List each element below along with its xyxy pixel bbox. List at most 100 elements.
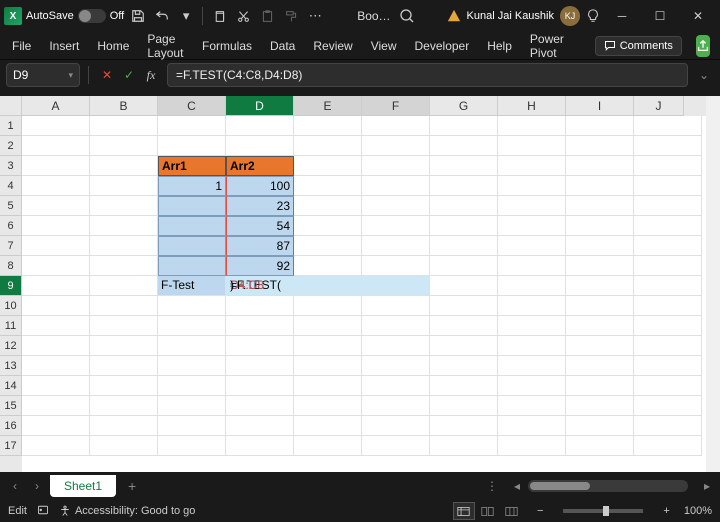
- undo-icon[interactable]: [152, 6, 172, 26]
- tab-view[interactable]: View: [369, 35, 399, 57]
- cut-icon[interactable]: [233, 6, 253, 26]
- cell[interactable]: Arr1: [158, 156, 226, 176]
- row-header[interactable]: 2: [0, 136, 22, 156]
- sheet-tab[interactable]: Sheet1: [50, 475, 116, 497]
- cell[interactable]: 100: [226, 176, 294, 196]
- row-header[interactable]: 12: [0, 336, 22, 356]
- cell[interactable]: [158, 216, 226, 236]
- sheet-nav-prev-icon[interactable]: ‹: [6, 477, 24, 495]
- name-box[interactable]: D9 ▾: [6, 63, 80, 87]
- tab-formulas[interactable]: Formulas: [200, 35, 254, 57]
- cell[interactable]: F-Test: [158, 276, 226, 296]
- row-header[interactable]: 4: [0, 176, 22, 196]
- add-sheet-button[interactable]: +: [120, 476, 144, 496]
- comments-button[interactable]: Comments: [595, 36, 682, 56]
- maximize-button[interactable]: ☐: [642, 2, 678, 30]
- tab-power-pivot[interactable]: Power Pivot: [528, 28, 567, 64]
- normal-view-button[interactable]: [453, 502, 475, 520]
- lightbulb-icon[interactable]: [586, 9, 600, 23]
- row-header[interactable]: 13: [0, 356, 22, 376]
- cell[interactable]: [158, 196, 226, 216]
- col-header[interactable]: E: [294, 96, 362, 116]
- accept-formula-button[interactable]: ✓: [119, 65, 139, 85]
- col-header[interactable]: F: [362, 96, 430, 116]
- cell[interactable]: 23: [226, 196, 294, 216]
- page-break-view-button[interactable]: [501, 502, 523, 520]
- tab-home[interactable]: Home: [95, 35, 131, 57]
- row-header[interactable]: 11: [0, 316, 22, 336]
- row-header[interactable]: 17: [0, 436, 22, 456]
- tab-help[interactable]: Help: [485, 35, 514, 57]
- col-header[interactable]: C: [158, 96, 226, 116]
- expand-formula-bar-icon[interactable]: ⌄: [694, 68, 714, 82]
- user-name: Kunal Jai Kaushik: [467, 10, 554, 22]
- tab-developer[interactable]: Developer: [413, 35, 472, 57]
- qat-overflow-icon[interactable]: ⋯: [305, 6, 325, 26]
- redo-dropdown-icon[interactable]: ▾: [176, 6, 196, 26]
- row-header[interactable]: 3: [0, 156, 22, 176]
- horizontal-scrollbar[interactable]: [528, 480, 688, 492]
- row-header[interactable]: 15: [0, 396, 22, 416]
- col-header[interactable]: A: [22, 96, 90, 116]
- chevron-down-icon[interactable]: ▾: [68, 70, 73, 81]
- col-header[interactable]: I: [566, 96, 634, 116]
- paste-icon[interactable]: [257, 6, 277, 26]
- cell[interactable]: [158, 256, 226, 276]
- row-header[interactable]: 5: [0, 196, 22, 216]
- col-header[interactable]: G: [430, 96, 498, 116]
- cell[interactable]: 1: [158, 176, 226, 196]
- tab-page-layout[interactable]: Page Layout: [145, 28, 186, 64]
- row-header[interactable]: 9: [0, 276, 22, 296]
- close-button[interactable]: ✕: [680, 2, 716, 30]
- tab-insert[interactable]: Insert: [47, 35, 81, 57]
- col-header[interactable]: J: [634, 96, 684, 116]
- row-header[interactable]: 6: [0, 216, 22, 236]
- sheet-nav-next-icon[interactable]: ›: [28, 477, 46, 495]
- row-header[interactable]: 1: [0, 116, 22, 136]
- active-cell[interactable]: =F.TEST(C4:C8,D4:D8): [226, 276, 294, 296]
- col-header[interactable]: D: [226, 96, 294, 116]
- col-header[interactable]: H: [498, 96, 566, 116]
- row-header[interactable]: 16: [0, 416, 22, 436]
- share-button[interactable]: [696, 35, 710, 57]
- cells-area[interactable]: Arr1Arr2 1100 23 54 87 92 F-Test =F.TEST…: [22, 116, 706, 472]
- col-header[interactable]: B: [90, 96, 158, 116]
- formula-input[interactable]: =F.TEST(C4:C8,D4:D8): [167, 63, 688, 87]
- page-layout-view-button[interactable]: [477, 502, 499, 520]
- save-icon[interactable]: [128, 6, 148, 26]
- macro-record-icon[interactable]: [37, 504, 49, 519]
- spreadsheet-grid[interactable]: A B C D E F G H I J 1 2 3 4 5 6 7 8 9 10…: [0, 96, 720, 472]
- zoom-slider[interactable]: [563, 509, 643, 513]
- row-header[interactable]: 10: [0, 296, 22, 316]
- tab-data[interactable]: Data: [268, 35, 297, 57]
- zoom-out-button[interactable]: −: [533, 505, 547, 517]
- toggle-switch-icon[interactable]: [78, 9, 106, 23]
- sheet-menu-icon[interactable]: ⋮: [478, 479, 506, 493]
- zoom-level[interactable]: 100%: [684, 505, 712, 517]
- search-icon[interactable]: [399, 8, 415, 24]
- row-header[interactable]: 7: [0, 236, 22, 256]
- vertical-scrollbar[interactable]: [706, 96, 720, 472]
- cell[interactable]: 87: [226, 236, 294, 256]
- tab-file[interactable]: File: [10, 35, 33, 57]
- hscroll-left-icon[interactable]: ◂: [510, 479, 524, 493]
- cell[interactable]: 92: [226, 256, 294, 276]
- status-mode: Edit: [8, 505, 27, 517]
- select-all-corner[interactable]: [0, 96, 22, 116]
- cell[interactable]: [158, 236, 226, 256]
- autosave-toggle[interactable]: AutoSave Off: [26, 9, 124, 23]
- minimize-button[interactable]: ─: [604, 2, 640, 30]
- formula-text: =F.TEST(C4:C8,D4:D8): [176, 68, 302, 82]
- user-avatar[interactable]: KJ: [560, 6, 580, 26]
- cell[interactable]: 54: [226, 216, 294, 236]
- tab-review[interactable]: Review: [311, 35, 354, 57]
- copy-icon[interactable]: [209, 6, 229, 26]
- fx-icon[interactable]: fx: [141, 65, 161, 85]
- hscroll-right-icon[interactable]: ▸: [700, 479, 714, 493]
- zoom-in-button[interactable]: +: [659, 505, 673, 517]
- format-painter-icon[interactable]: [281, 6, 301, 26]
- cell[interactable]: Arr2: [226, 156, 294, 176]
- row-header[interactable]: 14: [0, 376, 22, 396]
- row-header[interactable]: 8: [0, 256, 22, 276]
- cancel-formula-button[interactable]: ✕: [97, 65, 117, 85]
